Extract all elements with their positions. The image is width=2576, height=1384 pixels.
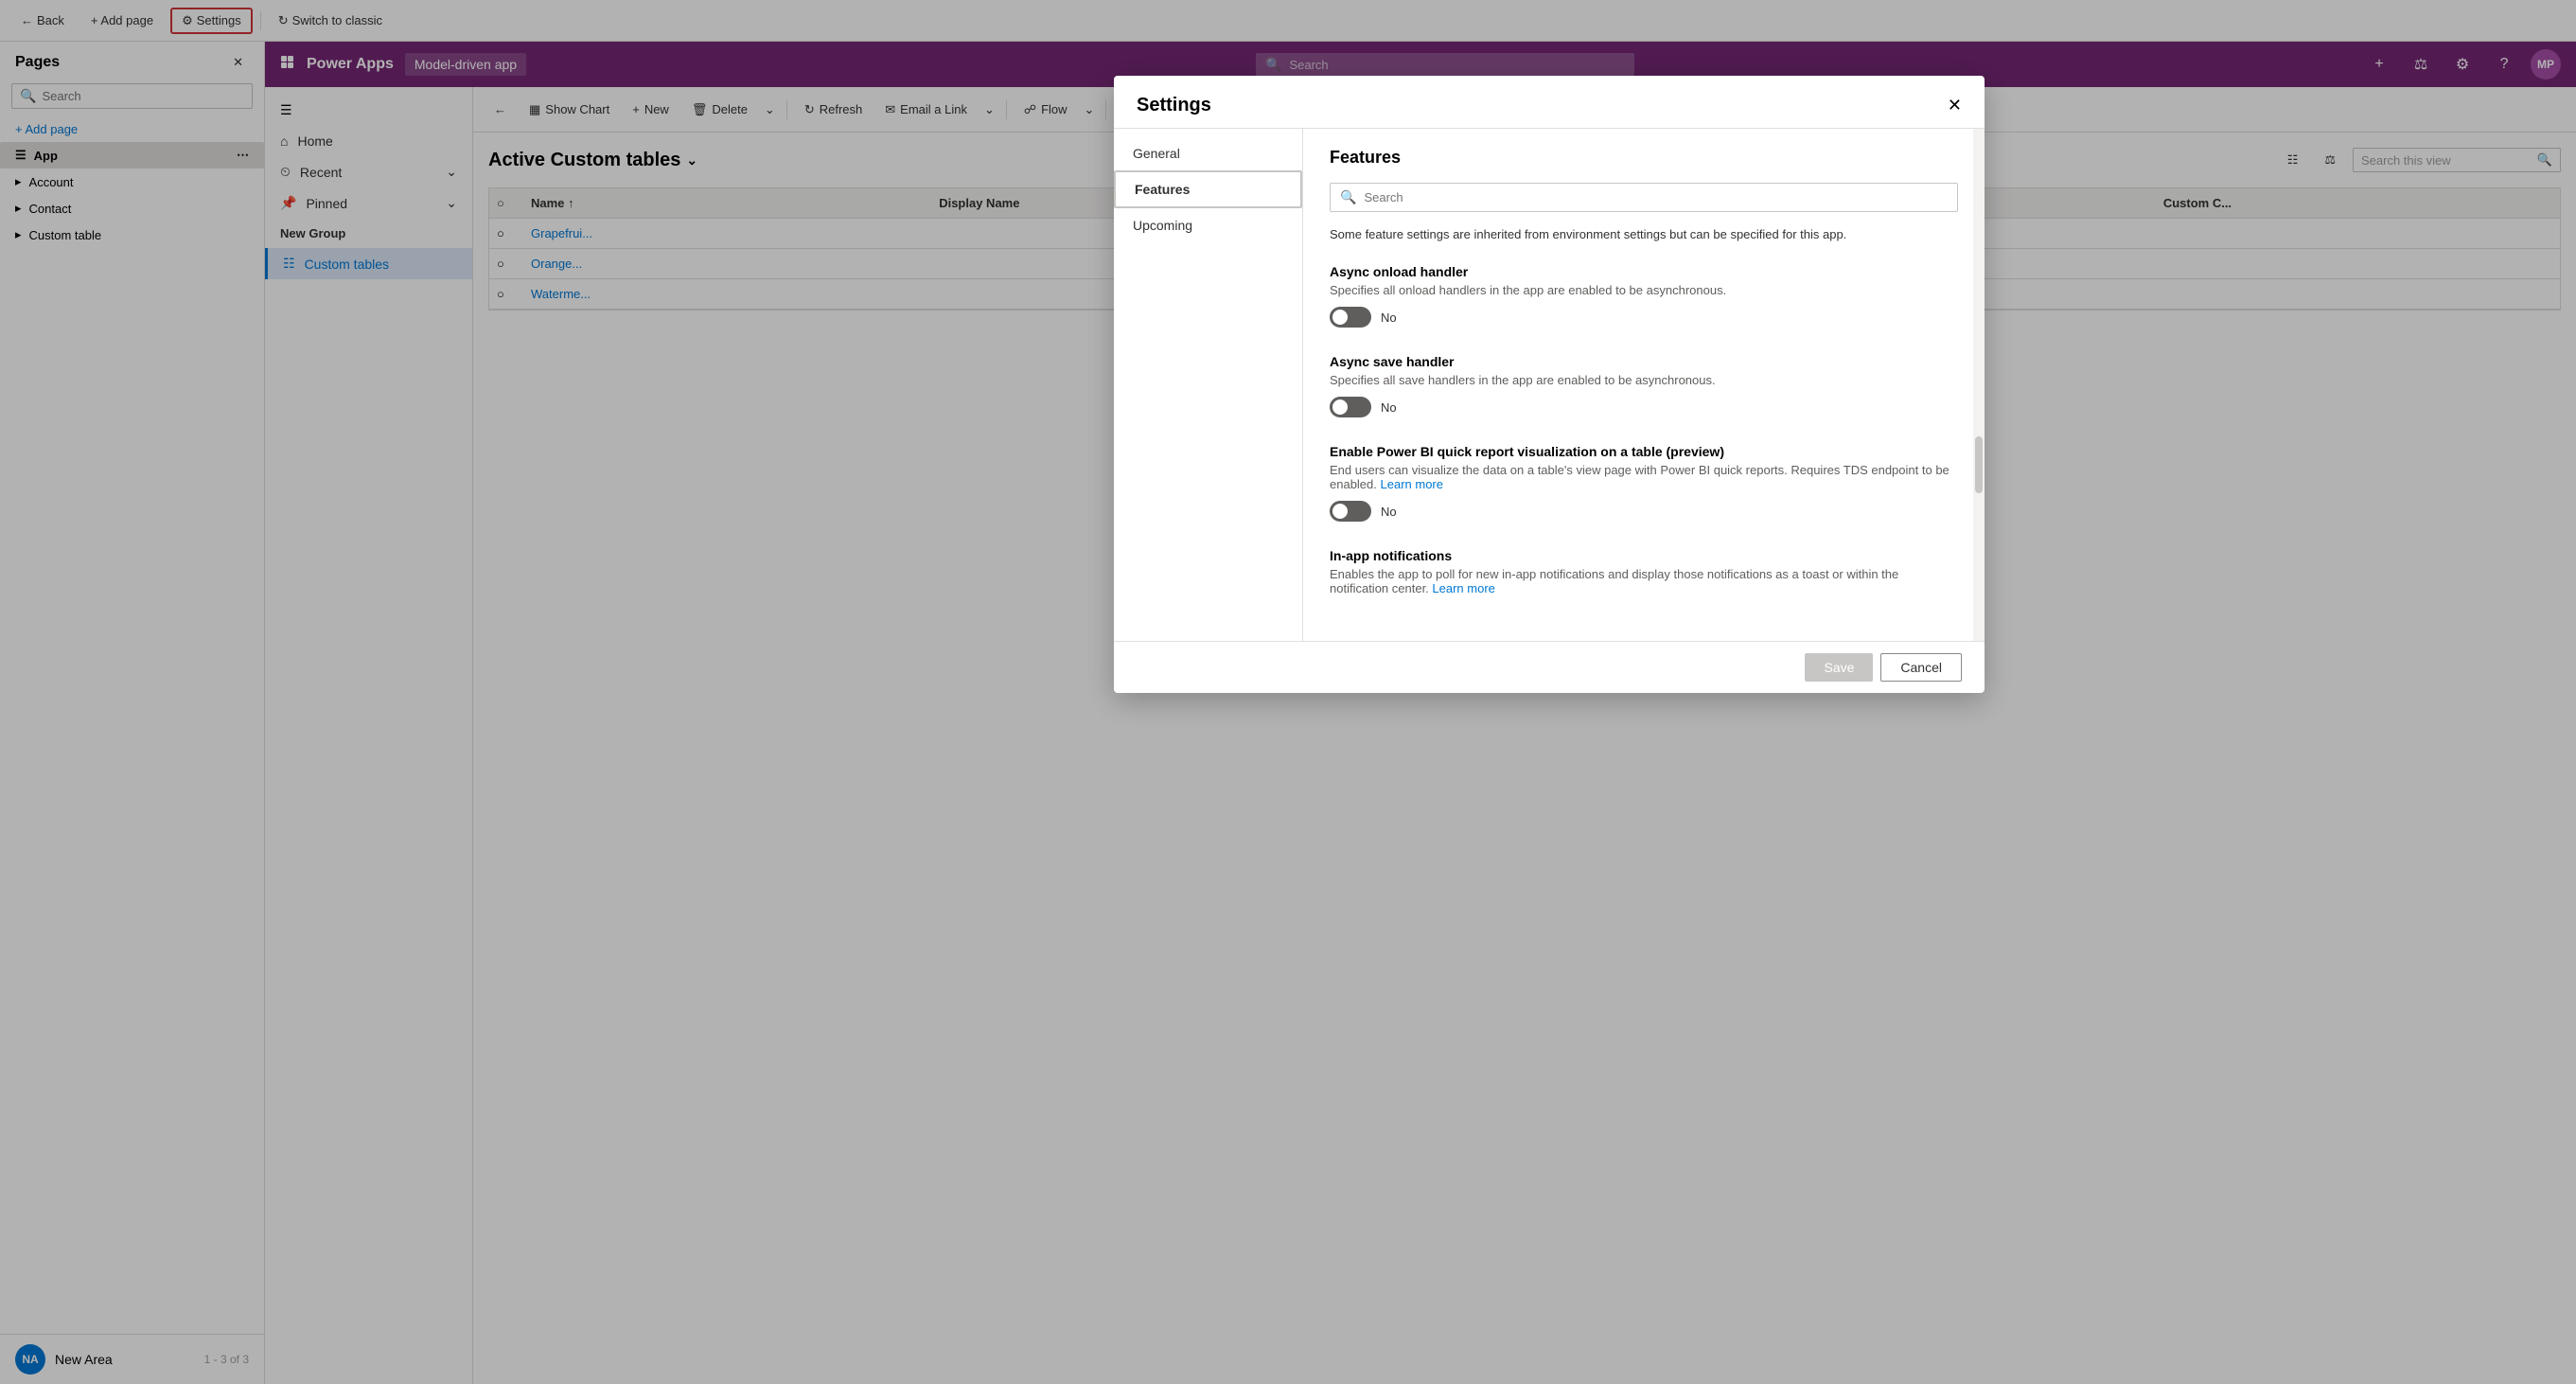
features-label: Features — [1135, 182, 1190, 197]
notifications-desc: Enables the app to poll for new in-app n… — [1330, 567, 1958, 595]
async-onload-toggle-label: No — [1381, 311, 1397, 325]
notifications-learn-more-link[interactable]: Learn more — [1432, 581, 1494, 595]
powerbi-desc: End users can visualize the data on a ta… — [1330, 463, 1958, 491]
search-icon: 🔍 — [1340, 189, 1356, 205]
cancel-button[interactable]: Cancel — [1880, 653, 1962, 682]
settings-nav-features[interactable]: Features — [1114, 170, 1302, 208]
feature-async-onload: Async onload handler Specifies all onloa… — [1330, 264, 1958, 328]
general-label: General — [1133, 146, 1180, 161]
async-save-toggle-label: No — [1381, 400, 1397, 415]
async-onload-toggle[interactable] — [1330, 307, 1371, 328]
settings-footer: Save Cancel — [1114, 641, 1985, 693]
features-header-desc: Some feature settings are inherited from… — [1330, 227, 1958, 241]
features-content-title: Features — [1330, 148, 1958, 168]
powerbi-toggle-row: No — [1330, 501, 1958, 522]
async-save-desc: Specifies all save handlers in the app a… — [1330, 373, 1958, 387]
async-save-toggle-row: No — [1330, 397, 1958, 417]
async-onload-title: Async onload handler — [1330, 264, 1958, 279]
upcoming-label: Upcoming — [1133, 218, 1192, 233]
async-save-title: Async save handler — [1330, 354, 1958, 369]
powerbi-toggle-label: No — [1381, 505, 1397, 519]
settings-nav-general[interactable]: General — [1114, 136, 1302, 170]
features-search[interactable]: 🔍 — [1330, 183, 1958, 212]
scrollbar-track — [1973, 129, 1985, 641]
settings-nav: General Features Upcoming — [1114, 129, 1303, 641]
settings-title: Settings — [1137, 95, 1211, 116]
settings-modal: Settings ✕ General Features Upcoming Fea… — [1114, 76, 1985, 693]
feature-async-save: Async save handler Specifies all save ha… — [1330, 354, 1958, 417]
settings-features-content: Features 🔍 Some feature settings are inh… — [1303, 129, 1985, 641]
async-onload-toggle-row: No — [1330, 307, 1958, 328]
powerbi-learn-more-link[interactable]: Learn more — [1381, 477, 1443, 491]
notifications-title: In-app notifications — [1330, 548, 1958, 563]
async-save-toggle[interactable] — [1330, 397, 1371, 417]
settings-close-button[interactable]: ✕ — [1948, 96, 1962, 115]
feature-powerbi: Enable Power BI quick report visualizati… — [1330, 444, 1958, 522]
scrollbar-thumb[interactable] — [1975, 436, 1983, 493]
settings-nav-upcoming[interactable]: Upcoming — [1114, 208, 1302, 242]
feature-notifications: In-app notifications Enables the app to … — [1330, 548, 1958, 595]
save-button[interactable]: Save — [1805, 653, 1873, 682]
async-onload-desc: Specifies all onload handlers in the app… — [1330, 283, 1958, 297]
features-search-input[interactable] — [1364, 190, 1948, 204]
settings-body: General Features Upcoming Features 🔍 Som… — [1114, 129, 1985, 641]
powerbi-title: Enable Power BI quick report visualizati… — [1330, 444, 1958, 459]
settings-header: Settings ✕ — [1114, 76, 1985, 129]
powerbi-toggle[interactable] — [1330, 501, 1371, 522]
